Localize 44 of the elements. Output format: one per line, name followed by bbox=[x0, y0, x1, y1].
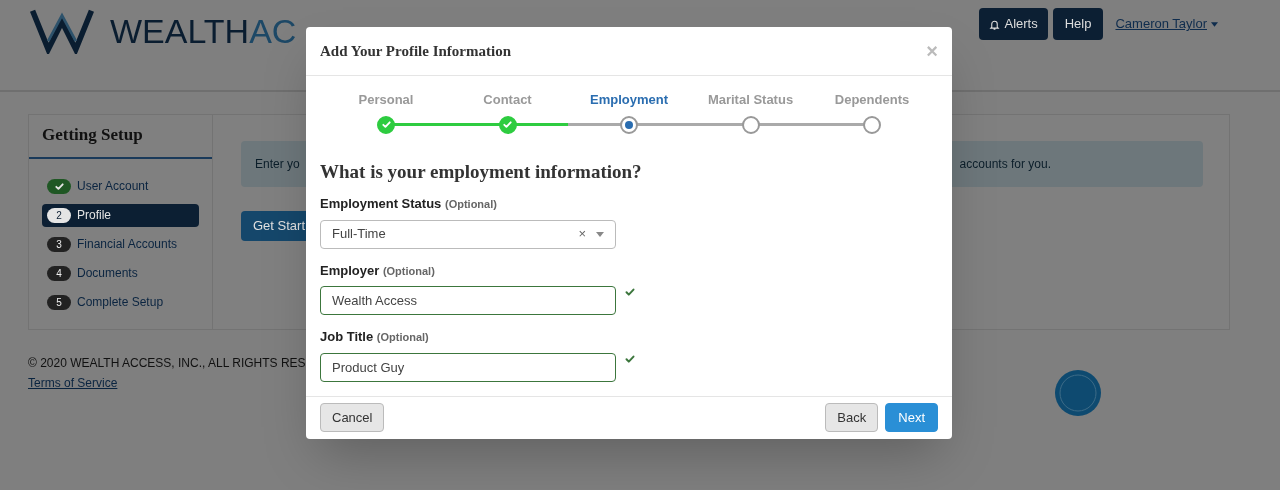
step-label: Contact bbox=[483, 91, 532, 109]
logo-text: WEALTHAC bbox=[110, 14, 297, 48]
logo-icon bbox=[28, 8, 96, 54]
dialog-title: Add Your Profile Information bbox=[320, 41, 511, 61]
sidebar-item[interactable]: User Account bbox=[42, 174, 199, 198]
terms-link[interactable]: Terms of Service bbox=[28, 374, 118, 392]
caret-icon bbox=[1211, 21, 1218, 27]
seal-icon bbox=[1055, 370, 1101, 416]
input-field[interactable]: Wealth Access bbox=[320, 286, 616, 315]
step-badge: 4 bbox=[47, 265, 71, 281]
step-label: Marital Status bbox=[707, 91, 794, 109]
step-label: Personal bbox=[358, 91, 414, 109]
back-button[interactable]: Back bbox=[825, 403, 879, 432]
step-label: Dependents bbox=[834, 91, 910, 109]
notice-text: accounts for you. bbox=[959, 156, 1051, 173]
user-menu[interactable]: Cameron Taylor bbox=[1115, 14, 1218, 34]
check-icon bbox=[53, 180, 65, 192]
field-label: Employment Status (Optional) bbox=[320, 195, 498, 213]
help-button[interactable]: Help bbox=[1052, 8, 1104, 40]
check-icon bbox=[380, 119, 392, 130]
sidebar-item[interactable]: 5 Complete Setup bbox=[42, 290, 199, 314]
alerts-button[interactable]: Alerts bbox=[979, 8, 1048, 40]
caret-icon bbox=[596, 231, 604, 237]
step-badge: 3 bbox=[47, 236, 71, 252]
input-field[interactable]: Product Guy bbox=[320, 352, 616, 382]
field-label: Job Title (Optional) bbox=[320, 328, 430, 346]
notice-text: Enter yo bbox=[255, 156, 300, 173]
sidebar-item[interactable]: 4 Documents bbox=[42, 261, 199, 285]
valid-check-icon bbox=[624, 286, 636, 298]
sidebar-item[interactable]: 3 Financial Accounts bbox=[42, 232, 199, 256]
clear-icon[interactable]: × bbox=[578, 224, 586, 244]
cancel-button[interactable]: Cancel bbox=[320, 403, 385, 432]
next-button[interactable]: Next bbox=[885, 403, 938, 432]
step-badge: 5 bbox=[47, 294, 71, 310]
copyright-text: © 2020 WEALTH ACCESS, INC., ALL RIGHTS RES bbox=[28, 355, 306, 372]
bell-icon bbox=[989, 18, 1001, 30]
status-select[interactable]: Full-Time × bbox=[320, 219, 616, 249]
question-heading: What is your employment information? bbox=[320, 159, 643, 184]
step-badge: 2 bbox=[47, 207, 71, 223]
step-label: Employment bbox=[590, 91, 668, 109]
sidebar-title: Getting Setup bbox=[29, 115, 212, 159]
check-icon bbox=[502, 119, 513, 130]
field-label: Employer (Optional) bbox=[320, 261, 436, 280]
sidebar-item[interactable]: 2 Profile bbox=[42, 203, 199, 227]
